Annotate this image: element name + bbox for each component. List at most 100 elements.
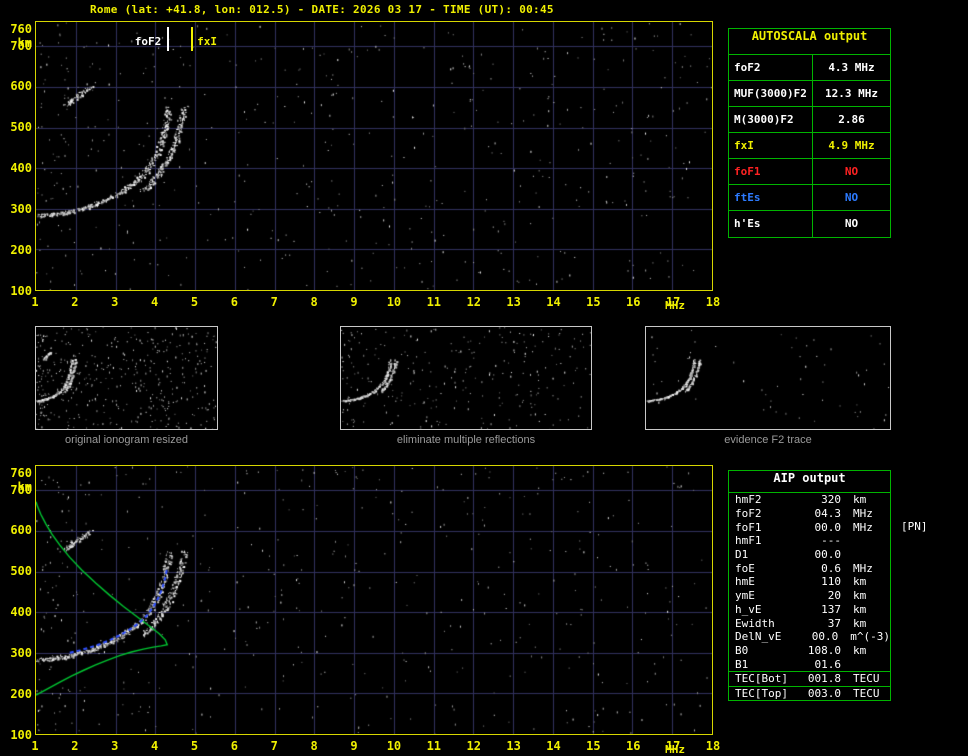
ionogram-plot-top	[35, 21, 713, 291]
marker-line-fxI	[191, 27, 193, 51]
x-axis-tick-label: 18	[701, 295, 725, 309]
thumbnail-caption-f2-trace: evidence F2 trace	[645, 434, 891, 446]
x-axis-tick-label: 13	[502, 739, 526, 753]
x-axis-tick-label: 12	[462, 739, 486, 753]
autoscala-param-label: foF2	[729, 55, 813, 80]
aip-row-foF1: foF100.0MHz[PN]	[729, 520, 890, 534]
x-axis-tick-label: 18	[701, 739, 725, 753]
aip-param-label: D1	[735, 548, 799, 561]
thumbnail-eliminate-multiples	[340, 326, 592, 430]
x-axis-tick-label: 7	[262, 739, 286, 753]
x-axis-tick-label: 12	[462, 295, 486, 309]
aip-param-unit: MHz	[853, 521, 873, 534]
station-date-time-title: Rome (lat: +41.8, lon: 012.5) - DATE: 20…	[90, 3, 554, 16]
y-axis-tick-label: 760	[0, 22, 32, 36]
x-axis-tick-label: 6	[222, 739, 246, 753]
aip-param-label: foF2	[735, 507, 799, 520]
x-axis-tick-label: 5	[183, 739, 207, 753]
aip-row-TEC[Top]: TEC[Top]003.0 TECU	[729, 686, 890, 701]
y-axis-tick-label: 400	[0, 161, 32, 175]
aip-param-label: B0	[735, 644, 799, 657]
aip-param-label: foE	[735, 562, 799, 575]
aip-param-value: 108.0	[799, 644, 841, 657]
aip-row-hmE: hmE110km	[729, 575, 890, 589]
aip-param-unit: m^(-3)	[850, 630, 890, 643]
x-axis-unit-label: MHz	[645, 299, 685, 312]
aip-param-unit: km	[853, 603, 866, 616]
aip-param-value: 00.0	[799, 521, 841, 534]
x-axis-tick-label: 16	[621, 739, 645, 753]
aip-row-TEC[Bot]: TEC[Bot]001.8TECU	[729, 671, 890, 686]
x-axis-tick-label: 3	[103, 739, 127, 753]
aip-param-unit: TECU	[853, 672, 880, 685]
aip-param-value: 0.6	[799, 562, 841, 575]
thumbnail-caption-no-multiples: eliminate multiple reflections	[340, 434, 592, 446]
x-axis-tick-label: 1	[23, 295, 47, 309]
aip-param-value: 003.0	[799, 687, 841, 700]
x-axis-tick-label: 16	[621, 295, 645, 309]
y-axis-tick-label: 500	[0, 120, 32, 134]
autoscala-row-fxI: fxI4.9 MHz	[729, 133, 890, 159]
autoscala-param-value: 4.9 MHz	[813, 133, 890, 158]
aip-param-value: 001.8	[799, 672, 841, 685]
aip-param-label: Ewidth	[735, 617, 799, 630]
aip-param-value: 00.0	[797, 630, 838, 643]
marker-line-foF2	[167, 27, 169, 51]
aip-row-h_vE: h_vE137km	[729, 603, 890, 617]
aip-param-unit: km	[853, 617, 866, 630]
autoscala-param-value: 4.3 MHz	[813, 55, 890, 80]
x-axis-tick-label: 6	[222, 295, 246, 309]
autoscala-row-MUF(3000)F2: MUF(3000)F212.3 MHz	[729, 81, 890, 107]
aip-param-unit: km	[853, 493, 866, 506]
x-axis-tick-label: 4	[143, 739, 167, 753]
aip-param-label: h_vE	[735, 603, 799, 616]
autoscala-row-foF1: foF1NO	[729, 159, 890, 185]
aip-param-unit: TECU	[853, 687, 880, 700]
aip-row-B0: B0108.0 km	[729, 644, 890, 658]
y-axis-tick-label: 760	[0, 466, 32, 480]
autoscala-param-value: 12.3 MHz	[813, 81, 890, 106]
aip-row-hmF2: hmF2320km	[729, 493, 890, 507]
x-axis-tick-label: 15	[581, 739, 605, 753]
aip-param-label: ymE	[735, 589, 799, 602]
autoscala-param-label: M(3000)F2	[729, 107, 813, 132]
ionogram-canvas-top	[36, 22, 712, 290]
thumbnail-caption-original: original ionogram resized	[35, 434, 218, 446]
autoscala-table-body: foF24.3 MHzMUF(3000)F212.3 MHzM(3000)F22…	[729, 55, 890, 237]
x-axis-unit-label: MHz	[645, 743, 685, 756]
x-axis-tick-label: 9	[342, 295, 366, 309]
y-axis-tick-label: 600	[0, 523, 32, 537]
aip-table-title: AIP output	[729, 471, 890, 493]
autoscala-param-value: 2.86	[813, 107, 890, 132]
autoscala-param-value: NO	[813, 159, 890, 184]
x-axis-tick-label: 14	[541, 295, 565, 309]
thumbnail-f2-trace	[645, 326, 891, 430]
autoscala-app-window: Rome (lat: +41.8, lon: 012.5) - DATE: 20…	[0, 0, 968, 755]
y-axis-unit-label: km	[0, 36, 32, 50]
thumbnail-canvas-no-multiples	[341, 327, 591, 429]
y-axis-tick-label: 300	[0, 202, 32, 216]
autoscala-table-title: AUTOSCALA output	[729, 29, 890, 55]
thumbnail-original-ionogram	[35, 326, 218, 430]
aip-param-value: 320	[799, 493, 841, 506]
x-axis-tick-label: 7	[262, 295, 286, 309]
autoscala-param-label: MUF(3000)F2	[729, 81, 813, 106]
marker-label-fxI: fxI	[197, 35, 217, 48]
aip-row-DelN_vE: DelN_vE00.0m^(-3)	[729, 630, 890, 644]
aip-param-label: hmE	[735, 575, 799, 588]
aip-param-value: 04.3	[799, 507, 841, 520]
x-axis-tick-label: 8	[302, 295, 326, 309]
aip-param-unit: MHz	[853, 507, 873, 520]
x-axis-tick-label: 11	[422, 739, 446, 753]
aip-param-unit: km	[853, 644, 866, 657]
aip-param-label: hmF1	[735, 534, 799, 547]
aip-param-value: 37	[799, 617, 841, 630]
aip-param-unit: km	[853, 589, 866, 602]
y-axis-tick-label: 400	[0, 605, 32, 619]
x-axis-tick-label: 10	[382, 295, 406, 309]
y-axis-tick-label: 200	[0, 687, 32, 701]
thumbnail-canvas-f2-trace	[646, 327, 890, 429]
thumbnail-canvas-original	[36, 327, 217, 429]
aip-row-foE: foE0.6MHz	[729, 561, 890, 575]
aip-param-label: TEC[Top]	[735, 687, 799, 700]
